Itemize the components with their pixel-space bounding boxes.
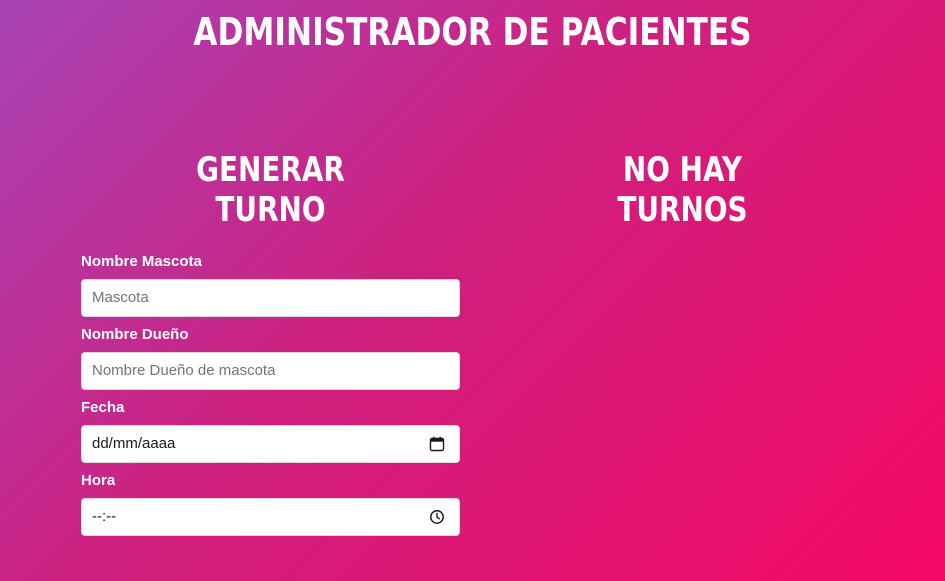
- owner-name-input[interactable]: Nombre Dueño de mascota: [81, 352, 460, 390]
- date-label: Fecha: [81, 399, 125, 416]
- pet-name-label: Nombre Mascota: [81, 253, 202, 270]
- clock-icon[interactable]: [429, 509, 445, 525]
- date-input[interactable]: dd/mm/aaaa: [81, 425, 460, 463]
- appointment-form: Nombre Mascota Mascota Nombre Dueño Nomb…: [81, 253, 460, 545]
- time-input-value: --:--: [92, 508, 117, 525]
- owner-name-label: Nombre Dueño: [81, 326, 189, 343]
- time-field-group: Hora --:--: [81, 472, 460, 536]
- form-section-title: GENERAR TURNO: [196, 150, 345, 230]
- list-section-title: NO HAY TURNOS: [617, 150, 748, 230]
- date-input-value: dd/mm/aaaa: [92, 435, 176, 452]
- calendar-icon[interactable]: [429, 436, 445, 452]
- pet-name-input[interactable]: Mascota: [81, 279, 460, 317]
- date-field-group: Fecha dd/mm/aaaa: [81, 399, 460, 463]
- time-input[interactable]: --:--: [81, 498, 460, 536]
- page-title: ADMINISTRADOR DE PACIENTES: [193, 10, 752, 54]
- time-label: Hora: [81, 472, 116, 489]
- owner-name-field-group: Nombre Dueño Nombre Dueño de mascota: [81, 326, 460, 390]
- pet-name-field-group: Nombre Mascota Mascota: [81, 253, 460, 317]
